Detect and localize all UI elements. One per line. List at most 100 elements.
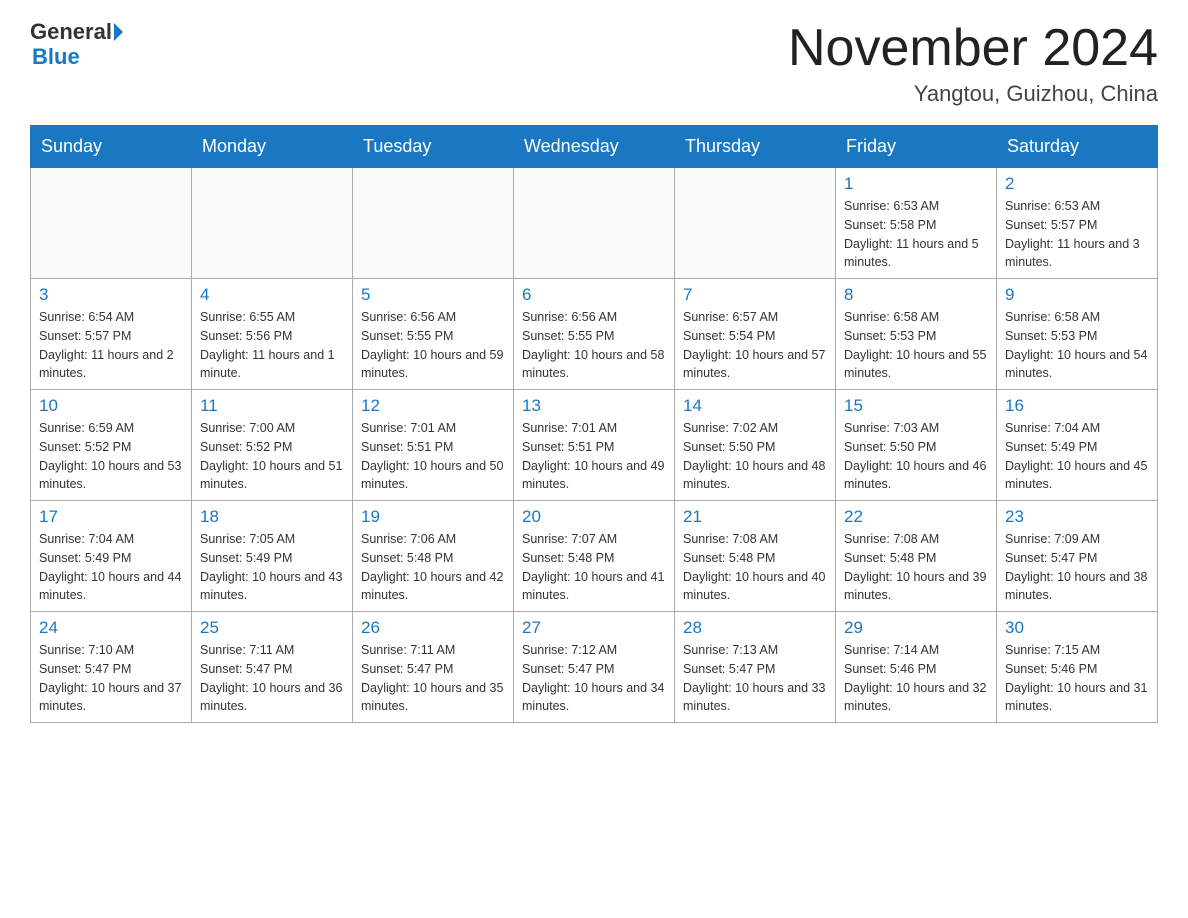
day-info: Sunrise: 6:55 AMSunset: 5:56 PMDaylight:… — [200, 308, 344, 383]
day-info: Sunrise: 7:11 AMSunset: 5:47 PMDaylight:… — [200, 641, 344, 716]
day-number: 2 — [1005, 174, 1149, 194]
day-info: Sunrise: 7:08 AMSunset: 5:48 PMDaylight:… — [844, 530, 988, 605]
logo: General Blue — [30, 20, 123, 70]
weekday-header-saturday: Saturday — [997, 126, 1158, 168]
day-number: 26 — [361, 618, 505, 638]
week-row-3: 10 Sunrise: 6:59 AMSunset: 5:52 PMDayligh… — [31, 390, 1158, 501]
calendar-cell: 14 Sunrise: 7:02 AMSunset: 5:50 PMDayligh… — [675, 390, 836, 501]
weekday-header-monday: Monday — [192, 126, 353, 168]
day-number: 6 — [522, 285, 666, 305]
day-info: Sunrise: 6:54 AMSunset: 5:57 PMDaylight:… — [39, 308, 183, 383]
day-number: 23 — [1005, 507, 1149, 527]
day-number: 8 — [844, 285, 988, 305]
month-title: November 2024 — [788, 20, 1158, 77]
day-info: Sunrise: 7:09 AMSunset: 5:47 PMDaylight:… — [1005, 530, 1149, 605]
calendar-cell — [192, 168, 353, 279]
calendar-cell: 16 Sunrise: 7:04 AMSunset: 5:49 PMDayligh… — [997, 390, 1158, 501]
day-number: 20 — [522, 507, 666, 527]
day-info: Sunrise: 7:02 AMSunset: 5:50 PMDaylight:… — [683, 419, 827, 494]
calendar-cell: 23 Sunrise: 7:09 AMSunset: 5:47 PMDayligh… — [997, 501, 1158, 612]
calendar-cell: 25 Sunrise: 7:11 AMSunset: 5:47 PMDayligh… — [192, 612, 353, 723]
day-number: 15 — [844, 396, 988, 416]
day-info: Sunrise: 7:07 AMSunset: 5:48 PMDaylight:… — [522, 530, 666, 605]
calendar-cell: 2 Sunrise: 6:53 AMSunset: 5:57 PMDaylight… — [997, 168, 1158, 279]
day-number: 4 — [200, 285, 344, 305]
day-number: 11 — [200, 396, 344, 416]
calendar-cell — [514, 168, 675, 279]
day-info: Sunrise: 6:53 AMSunset: 5:57 PMDaylight:… — [1005, 197, 1149, 272]
calendar-table: SundayMondayTuesdayWednesdayThursdayFrid… — [30, 125, 1158, 723]
day-number: 29 — [844, 618, 988, 638]
calendar-cell: 24 Sunrise: 7:10 AMSunset: 5:47 PMDayligh… — [31, 612, 192, 723]
day-number: 7 — [683, 285, 827, 305]
calendar-cell: 9Sunrise: 6:58 AMSunset: 5:53 PMDaylight… — [997, 279, 1158, 390]
calendar-cell: 12 Sunrise: 7:01 AMSunset: 5:51 PMDayligh… — [353, 390, 514, 501]
weekday-header-tuesday: Tuesday — [353, 126, 514, 168]
day-info: Sunrise: 6:57 AMSunset: 5:54 PMDaylight:… — [683, 308, 827, 383]
week-row-5: 24 Sunrise: 7:10 AMSunset: 5:47 PMDayligh… — [31, 612, 1158, 723]
day-info: Sunrise: 7:13 AMSunset: 5:47 PMDaylight:… — [683, 641, 827, 716]
day-number: 19 — [361, 507, 505, 527]
day-info: Sunrise: 7:03 AMSunset: 5:50 PMDaylight:… — [844, 419, 988, 494]
calendar-cell: 26 Sunrise: 7:11 AMSunset: 5:47 PMDayligh… — [353, 612, 514, 723]
logo-arrow-icon — [114, 23, 123, 41]
calendar-cell: 8 Sunrise: 6:58 AMSunset: 5:53 PMDaylight… — [836, 279, 997, 390]
day-number: 24 — [39, 618, 183, 638]
day-info: Sunrise: 7:04 AMSunset: 5:49 PMDaylight:… — [1005, 419, 1149, 494]
day-info: Sunrise: 6:58 AMSunset: 5:53 PMDaylight:… — [844, 308, 988, 383]
week-row-4: 17 Sunrise: 7:04 AMSunset: 5:49 PMDayligh… — [31, 501, 1158, 612]
day-number: 12 — [361, 396, 505, 416]
day-number: 13 — [522, 396, 666, 416]
location: Yangtou, Guizhou, China — [788, 81, 1158, 107]
day-info: Sunrise: 6:56 AMSunset: 5:55 PMDaylight:… — [522, 308, 666, 383]
calendar-cell: 28 Sunrise: 7:13 AMSunset: 5:47 PMDayligh… — [675, 612, 836, 723]
day-number: 16 — [1005, 396, 1149, 416]
day-info: Sunrise: 7:08 AMSunset: 5:48 PMDaylight:… — [683, 530, 827, 605]
calendar-cell — [353, 168, 514, 279]
day-number: 10 — [39, 396, 183, 416]
weekday-header-friday: Friday — [836, 126, 997, 168]
day-number: 1 — [844, 174, 988, 194]
day-info: Sunrise: 7:04 AMSunset: 5:49 PMDaylight:… — [39, 530, 183, 605]
calendar-cell: 6 Sunrise: 6:56 AMSunset: 5:55 PMDaylight… — [514, 279, 675, 390]
calendar-cell: 7 Sunrise: 6:57 AMSunset: 5:54 PMDaylight… — [675, 279, 836, 390]
day-info: Sunrise: 7:12 AMSunset: 5:47 PMDaylight:… — [522, 641, 666, 716]
day-number: 25 — [200, 618, 344, 638]
day-number: 21 — [683, 507, 827, 527]
title-block: November 2024 Yangtou, Guizhou, China — [788, 20, 1158, 107]
calendar-cell: 5 Sunrise: 6:56 AMSunset: 5:55 PMDaylight… — [353, 279, 514, 390]
day-info: Sunrise: 6:56 AMSunset: 5:55 PMDaylight:… — [361, 308, 505, 383]
day-info: Sunrise: 7:00 AMSunset: 5:52 PMDaylight:… — [200, 419, 344, 494]
day-info: Sunrise: 7:15 AMSunset: 5:46 PMDaylight:… — [1005, 641, 1149, 716]
day-number: 28 — [683, 618, 827, 638]
calendar-cell: 17 Sunrise: 7:04 AMSunset: 5:49 PMDayligh… — [31, 501, 192, 612]
day-info: Sunrise: 7:10 AMSunset: 5:47 PMDaylight:… — [39, 641, 183, 716]
day-info: Sunrise: 7:06 AMSunset: 5:48 PMDaylight:… — [361, 530, 505, 605]
weekday-header-sunday: Sunday — [31, 126, 192, 168]
weekday-header-wednesday: Wednesday — [514, 126, 675, 168]
calendar-cell: 20 Sunrise: 7:07 AMSunset: 5:48 PMDayligh… — [514, 501, 675, 612]
day-info: Sunrise: 6:53 AMSunset: 5:58 PMDaylight:… — [844, 197, 988, 272]
calendar-cell: 29 Sunrise: 7:14 AMSunset: 5:46 PMDayligh… — [836, 612, 997, 723]
week-row-2: 3Sunrise: 6:54 AMSunset: 5:57 PMDaylight… — [31, 279, 1158, 390]
weekday-header-thursday: Thursday — [675, 126, 836, 168]
day-info: Sunrise: 7:01 AMSunset: 5:51 PMDaylight:… — [522, 419, 666, 494]
day-number: 5 — [361, 285, 505, 305]
calendar-cell: 21 Sunrise: 7:08 AMSunset: 5:48 PMDayligh… — [675, 501, 836, 612]
day-number: 9 — [1005, 285, 1149, 305]
day-number: 14 — [683, 396, 827, 416]
day-info: Sunrise: 7:11 AMSunset: 5:47 PMDaylight:… — [361, 641, 505, 716]
day-info: Sunrise: 7:14 AMSunset: 5:46 PMDaylight:… — [844, 641, 988, 716]
day-info: Sunrise: 7:01 AMSunset: 5:51 PMDaylight:… — [361, 419, 505, 494]
calendar-cell: 11 Sunrise: 7:00 AMSunset: 5:52 PMDayligh… — [192, 390, 353, 501]
day-number: 22 — [844, 507, 988, 527]
calendar-cell: 13 Sunrise: 7:01 AMSunset: 5:51 PMDayligh… — [514, 390, 675, 501]
day-info: Sunrise: 6:59 AMSunset: 5:52 PMDaylight:… — [39, 419, 183, 494]
calendar-cell: 19 Sunrise: 7:06 AMSunset: 5:48 PMDayligh… — [353, 501, 514, 612]
day-number: 30 — [1005, 618, 1149, 638]
day-number: 17 — [39, 507, 183, 527]
calendar-cell — [675, 168, 836, 279]
calendar-cell: 10 Sunrise: 6:59 AMSunset: 5:52 PMDayligh… — [31, 390, 192, 501]
calendar-cell: 22 Sunrise: 7:08 AMSunset: 5:48 PMDayligh… — [836, 501, 997, 612]
calendar-cell: 3Sunrise: 6:54 AMSunset: 5:57 PMDaylight… — [31, 279, 192, 390]
